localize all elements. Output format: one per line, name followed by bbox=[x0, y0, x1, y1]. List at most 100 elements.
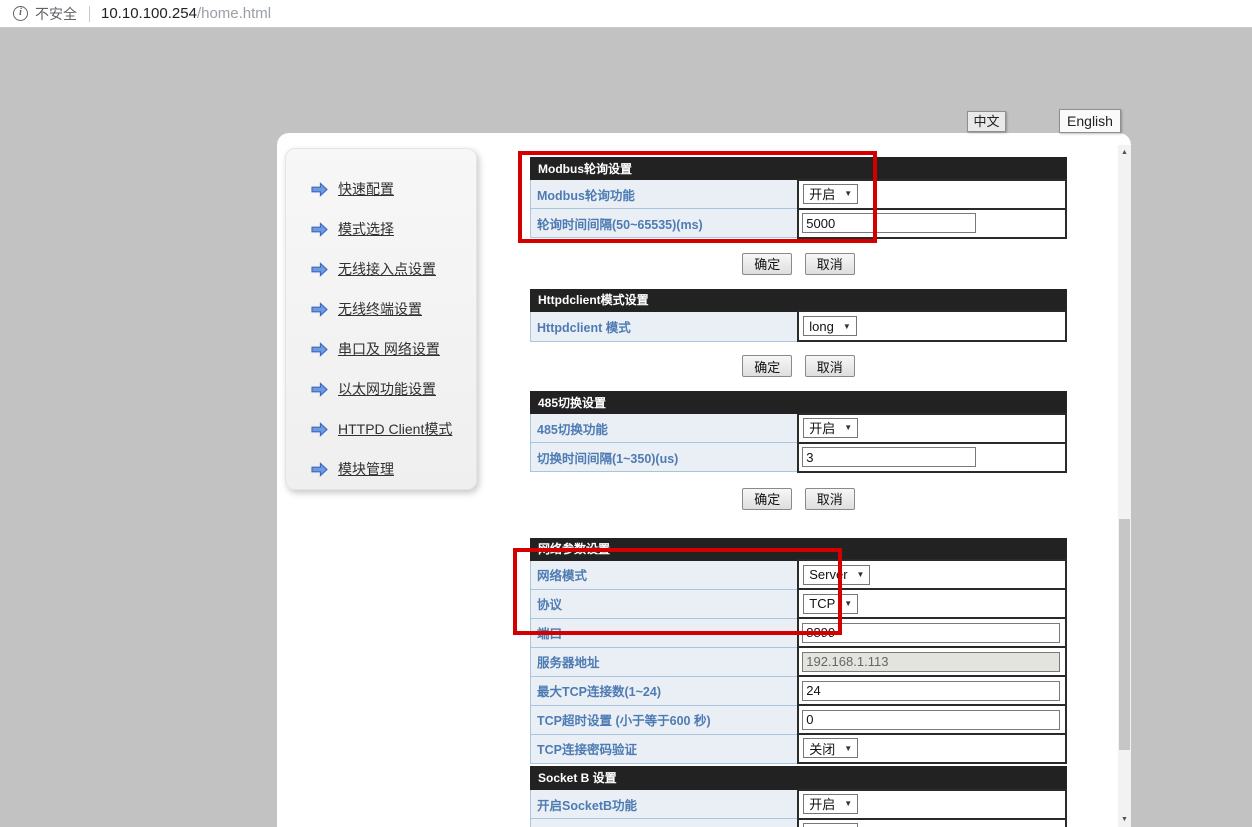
arrow-right-icon bbox=[310, 462, 329, 477]
rs485-switch-table: 485切换设置 485切换功能 开启▼ 切换时间间隔(1~350)(us) bbox=[530, 391, 1067, 473]
sidebar-item-httpd-client[interactable]: HTTPD Client模式 bbox=[285, 409, 477, 449]
section-title-modbus: Modbus轮询设置 bbox=[531, 158, 1067, 180]
select-value: Server bbox=[809, 567, 847, 582]
row-label: Httpdclient 模式 bbox=[531, 311, 799, 341]
sidebar-link[interactable]: 无线终端设置 bbox=[338, 299, 422, 319]
sidebar-link[interactable]: 快速配置 bbox=[338, 179, 394, 199]
select-value: 开启 bbox=[809, 794, 835, 813]
table-row: 最大TCP连接数(1~24) bbox=[531, 676, 1067, 705]
row-label: 轮询时间间隔(50~65535)(ms) bbox=[531, 209, 799, 238]
sidebar-item-wireless-sta[interactable]: 无线终端设置 bbox=[285, 289, 477, 329]
sidebar-item-quick-config[interactable]: 快速配置 bbox=[285, 169, 477, 209]
row-label: 服务器地址 bbox=[531, 647, 799, 676]
cancel-button[interactable]: 取消 bbox=[805, 253, 855, 275]
sidebar-item-serial-network[interactable]: 串口及 网络设置 bbox=[285, 329, 477, 369]
sidebar-link[interactable]: HTTPD Client模式 bbox=[338, 419, 452, 439]
tcp-password-auth-select[interactable]: 关闭 ▼ bbox=[803, 738, 858, 758]
section-title-485: 485切换设置 bbox=[531, 392, 1067, 414]
ok-button[interactable]: 确定 bbox=[742, 355, 792, 377]
sidebar-item-wireless-ap[interactable]: 无线接入点设置 bbox=[285, 249, 477, 289]
select-value: long bbox=[809, 319, 834, 334]
network-mode-select[interactable]: Server▼ bbox=[803, 565, 870, 585]
modbus-actions: 确定 取消 bbox=[530, 253, 1067, 275]
chinese-language-button[interactable]: 中文 bbox=[967, 111, 1006, 132]
table-row: TCP连接密码验证 关闭▼ bbox=[531, 734, 1067, 763]
scrollbar-thumb[interactable] bbox=[1119, 519, 1130, 750]
socket-b-table: Socket B 设置 开启SocketB功能 开启▼ 协议 TCP▼ bbox=[530, 766, 1067, 827]
english-language-button[interactable]: English bbox=[1059, 109, 1121, 133]
row-label: 端口 bbox=[531, 618, 799, 647]
chevron-down-icon: ▼ bbox=[844, 744, 852, 753]
sidebar-item-module-mgmt[interactable]: 模块管理 bbox=[285, 449, 477, 489]
row-label: Modbus轮询功能 bbox=[531, 180, 799, 209]
table-row: 轮询时间间隔(50~65535)(ms) bbox=[531, 209, 1067, 238]
table-row: 协议 TCP▼ bbox=[531, 819, 1067, 827]
table-row: 协议 TCP▼ bbox=[531, 589, 1067, 618]
select-value: TCP bbox=[809, 596, 835, 611]
sidebar-item-ethernet[interactable]: 以太网功能设置 bbox=[285, 369, 477, 409]
vertical-scrollbar[interactable]: ▲ ▼ bbox=[1118, 145, 1131, 827]
port-input[interactable] bbox=[802, 623, 1060, 643]
section-title-httpdclient: Httpdclient模式设置 bbox=[531, 289, 1067, 311]
modbus-enable-select[interactable]: 开启 ▼ bbox=[803, 184, 858, 204]
browser-address-bar[interactable]: i 不安全 10.10.100.254/home.html bbox=[0, 0, 1252, 28]
sidebar-link[interactable]: 无线接入点设置 bbox=[338, 259, 436, 279]
socketb-enable-select[interactable]: 开启 ▼ bbox=[803, 794, 858, 814]
not-secure-label[interactable]: 不安全 bbox=[35, 4, 77, 24]
chevron-down-icon: ▼ bbox=[844, 423, 852, 432]
row-label: 网络模式 bbox=[531, 560, 799, 589]
socketb-protocol-select[interactable]: TCP▼ bbox=[803, 823, 858, 827]
url-text[interactable]: 10.10.100.254/home.html bbox=[101, 5, 271, 22]
scroll-up-arrow-icon[interactable]: ▲ bbox=[1118, 145, 1131, 160]
sidebar-link[interactable]: 串口及 网络设置 bbox=[338, 339, 440, 359]
table-row: Httpdclient 模式 long ▼ bbox=[531, 311, 1067, 341]
table-row: 开启SocketB功能 开启▼ bbox=[531, 790, 1067, 819]
httpdclient-table: Httpdclient模式设置 Httpdclient 模式 long ▼ bbox=[530, 289, 1067, 343]
row-label: 485切换功能 bbox=[531, 414, 799, 443]
tcp-timeout-input[interactable] bbox=[802, 710, 1060, 730]
sidebar-link[interactable]: 模块管理 bbox=[338, 459, 394, 479]
httpdclient-mode-select[interactable]: long ▼ bbox=[803, 316, 857, 336]
section-title-socketb: Socket B 设置 bbox=[531, 767, 1067, 790]
section-title-network: 网络参数设置 bbox=[531, 538, 1067, 560]
arrow-right-icon bbox=[310, 342, 329, 357]
table-row: TCP超时设置 (小于等于600 秒) bbox=[531, 705, 1067, 734]
row-label: TCP超时设置 (小于等于600 秒) bbox=[531, 705, 799, 734]
chevron-down-icon: ▼ bbox=[844, 799, 852, 808]
sidebar-link[interactable]: 模式选择 bbox=[338, 219, 394, 239]
cancel-button[interactable]: 取消 bbox=[805, 355, 855, 377]
select-value: 开启 bbox=[809, 184, 835, 203]
poll-interval-input[interactable] bbox=[802, 213, 976, 233]
sidebar-link[interactable]: 以太网功能设置 bbox=[338, 379, 436, 399]
network-params-table: 网络参数设置 网络模式 Server▼ 协议 TCP▼ 端口 服务器地址 最大T… bbox=[530, 538, 1067, 765]
select-value: 关闭 bbox=[809, 739, 835, 758]
row-label: 切换时间间隔(1~350)(us) bbox=[531, 443, 799, 472]
rs485-actions: 确定 取消 bbox=[530, 488, 1067, 510]
table-row: Modbus轮询功能 开启 ▼ bbox=[531, 180, 1067, 209]
settings-content: Modbus轮询设置 Modbus轮询功能 开启 ▼ 轮询时间间隔(50~6553… bbox=[530, 133, 1067, 827]
cancel-button[interactable]: 取消 bbox=[805, 488, 855, 510]
rs485-enable-select[interactable]: 开启▼ bbox=[803, 418, 858, 438]
url-host: 10.10.100.254 bbox=[101, 5, 197, 22]
switch-interval-input[interactable] bbox=[802, 447, 976, 467]
protocol-select[interactable]: TCP ▼ bbox=[803, 594, 858, 614]
main-panel: 快速配置 模式选择 无线接入点设置 无线终端设置 串口及 网络设置 以太网功能设… bbox=[277, 133, 1131, 827]
chevron-down-icon: ▼ bbox=[844, 599, 852, 608]
row-label: 协议 bbox=[531, 819, 799, 827]
table-row: 服务器地址 bbox=[531, 647, 1067, 676]
arrow-right-icon bbox=[310, 262, 329, 277]
arrow-right-icon bbox=[310, 422, 329, 437]
sidebar-item-mode-select[interactable]: 模式选择 bbox=[285, 209, 477, 249]
ok-button[interactable]: 确定 bbox=[742, 253, 792, 275]
desktop: { "browser": { "security_text": "不安全", "… bbox=[0, 0, 1252, 827]
httpdclient-actions: 确定 取消 bbox=[530, 355, 1067, 377]
url-path: /home.html bbox=[197, 5, 271, 22]
page-info-icon[interactable]: i bbox=[13, 6, 28, 21]
table-row: 网络模式 Server▼ bbox=[531, 560, 1067, 589]
scroll-down-arrow-icon[interactable]: ▼ bbox=[1118, 812, 1131, 827]
chevron-down-icon: ▼ bbox=[843, 322, 851, 331]
chevron-down-icon: ▼ bbox=[844, 189, 852, 198]
arrow-right-icon bbox=[310, 382, 329, 397]
ok-button[interactable]: 确定 bbox=[742, 488, 792, 510]
max-tcp-connections-input[interactable] bbox=[802, 681, 1060, 701]
